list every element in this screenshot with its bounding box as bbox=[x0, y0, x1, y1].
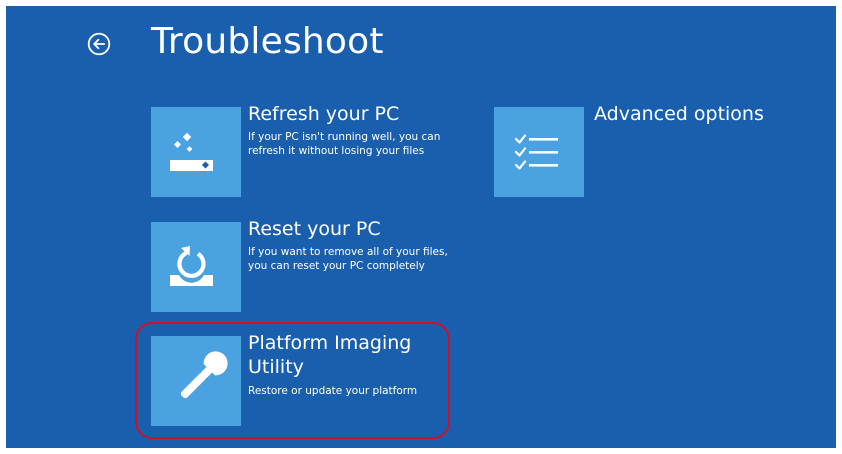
refresh-pc-icon bbox=[170, 132, 213, 171]
troubleshoot-screen: Troubleshoot Refresh your PC If your PC … bbox=[6, 6, 836, 448]
option-description: If you want to remove all of your files,… bbox=[248, 246, 448, 272]
option-reset-pc[interactable]: Reset your PC If you want to remove all … bbox=[151, 218, 471, 312]
back-button[interactable] bbox=[87, 32, 111, 56]
page-title: Troubleshoot bbox=[151, 21, 384, 62]
reset-pc-tile bbox=[151, 222, 241, 312]
advanced-options-tile bbox=[494, 107, 584, 197]
checklist-icon bbox=[514, 134, 558, 170]
reset-pc-icon bbox=[170, 246, 213, 286]
option-title: Platform Imaging Utility bbox=[248, 332, 412, 378]
wrench-icon bbox=[180, 351, 228, 399]
refresh-pc-tile bbox=[151, 107, 241, 197]
option-description: If your PC isn't running well, you can r… bbox=[248, 131, 441, 157]
back-arrow-circle-icon bbox=[87, 32, 111, 56]
option-description: Restore or update your platform bbox=[248, 385, 418, 397]
option-title: Reset your PC bbox=[248, 218, 381, 240]
platform-imaging-utility-tile bbox=[151, 336, 241, 426]
option-refresh-pc[interactable]: Refresh your PC If your PC isn't running… bbox=[151, 103, 471, 197]
option-title: Refresh your PC bbox=[248, 103, 400, 125]
option-title: Advanced options bbox=[594, 103, 764, 125]
option-platform-imaging-utility[interactable]: Platform Imaging Utility Restore or upda… bbox=[151, 332, 441, 426]
option-advanced-options[interactable]: Advanced options bbox=[494, 103, 774, 197]
